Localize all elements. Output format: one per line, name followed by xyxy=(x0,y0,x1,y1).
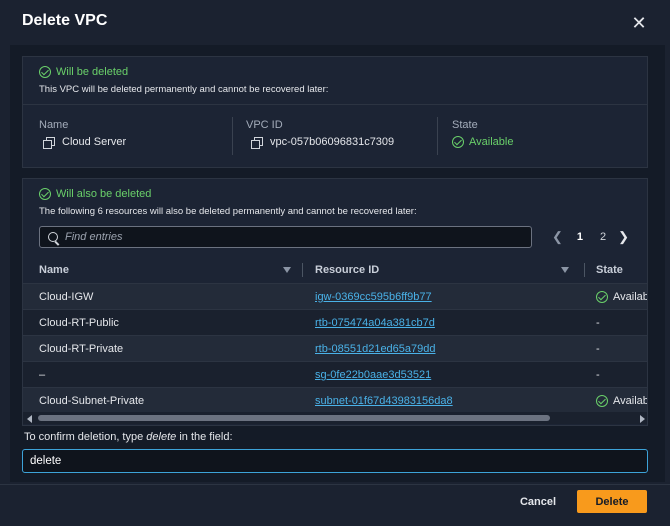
cancel-button[interactable]: Cancel xyxy=(510,491,566,513)
table-row: Cloud-RT-Public rtb-075474a04a381cb7d - xyxy=(23,309,647,335)
vpc-id-value: vpc-057b06096831c7309 xyxy=(251,136,395,149)
vpc-delete-description: This VPC will be deleted permanently and… xyxy=(39,84,329,95)
horizontal-scrollbar[interactable] xyxy=(23,412,647,424)
search-field[interactable] xyxy=(39,226,532,248)
copy-icon[interactable] xyxy=(43,136,55,149)
page-2-button[interactable]: 2 xyxy=(600,231,606,243)
footer-divider xyxy=(0,484,670,485)
resource-id-link[interactable]: sg-0fe22b0aae3d53521 xyxy=(315,369,431,381)
resources-description: The following 6 resources will also be d… xyxy=(39,206,417,217)
row-state: - xyxy=(596,317,600,329)
row-name: Cloud-Subnet-Private xyxy=(39,395,145,407)
resource-id-link[interactable]: igw-0369cc595b6ff9b77 xyxy=(315,291,432,303)
state-value-text: Available xyxy=(469,136,514,148)
row-state: - xyxy=(596,369,600,381)
row-name: Cloud-RT-Public xyxy=(39,317,119,329)
state-value: Available xyxy=(452,136,513,148)
sort-down-icon[interactable] xyxy=(283,267,291,273)
dialog-title: Delete VPC xyxy=(22,12,108,29)
confirm-label-keyword: delete xyxy=(146,431,177,443)
will-also-be-deleted-heading: Will also be deleted xyxy=(39,188,151,200)
row-name: Cloud-RT-Private xyxy=(39,343,124,355)
name-value-text: Cloud Server xyxy=(62,136,127,148)
resource-id-link[interactable]: rtb-075474a04a381cb7d xyxy=(315,317,435,329)
heading-text: Will also be deleted xyxy=(56,188,152,200)
confirm-delete-input[interactable] xyxy=(22,449,648,473)
confirm-label: To confirm deletion, type delete in the … xyxy=(24,431,233,443)
copy-icon[interactable] xyxy=(251,136,263,149)
vpc-to-delete-panel: Will be deleted This VPC will be deleted… xyxy=(22,56,648,168)
chevron-left-icon[interactable]: ❮ xyxy=(552,229,563,245)
check-circle-icon xyxy=(39,188,51,200)
table-row: – sg-0fe22b0aae3d53521 - xyxy=(23,361,647,387)
will-be-deleted-heading: Will be deleted xyxy=(39,66,128,78)
column-header-resource-id[interactable]: Resource ID xyxy=(315,264,379,276)
scroll-right-icon[interactable] xyxy=(640,415,645,423)
vpc-id-text: vpc-057b06096831c7309 xyxy=(270,136,395,148)
search-input[interactable] xyxy=(65,231,505,243)
close-icon[interactable]: ✕ xyxy=(630,14,648,32)
row-state-text: Availab xyxy=(613,395,648,407)
column-divider[interactable] xyxy=(302,263,303,277)
search-icon xyxy=(48,232,58,242)
chevron-right-icon[interactable]: ❯ xyxy=(618,229,629,245)
sort-down-icon[interactable] xyxy=(561,267,569,273)
page-1-button[interactable]: 1 xyxy=(577,231,583,243)
related-resources-panel: Will also be deleted The following 6 res… xyxy=(22,178,648,426)
confirm-label-prefix: To confirm deletion, type xyxy=(24,431,147,443)
heading-text: Will be deleted xyxy=(56,66,129,78)
row-state-text: Availab xyxy=(613,291,648,303)
name-value: Cloud Server xyxy=(43,136,127,149)
delete-button[interactable]: Delete xyxy=(577,490,647,513)
table-row: Cloud-RT-Private rtb-08551d21ed65a79dd - xyxy=(23,335,647,361)
column-header-name[interactable]: Name xyxy=(39,264,69,276)
column-divider xyxy=(232,117,233,155)
check-circle-icon xyxy=(596,395,608,407)
resource-id-link[interactable]: rtb-08551d21ed65a79dd xyxy=(315,343,436,355)
column-header-state[interactable]: State xyxy=(596,264,623,276)
vpc-id-label: VPC ID xyxy=(246,119,283,131)
column-divider xyxy=(437,117,438,155)
column-divider[interactable] xyxy=(584,263,585,277)
pagination: ❮ 1 2 ❯ xyxy=(552,229,629,245)
check-circle-icon xyxy=(596,291,608,303)
table-header: Name Resource ID State xyxy=(23,257,647,283)
name-label: Name xyxy=(39,119,69,131)
table-row: Cloud-IGW igw-0369cc595b6ff9b77 Availab xyxy=(23,283,648,309)
row-state: Availab xyxy=(596,291,648,303)
row-state: Availab xyxy=(596,395,648,407)
row-state: - xyxy=(596,343,600,355)
scroll-left-icon[interactable] xyxy=(27,415,32,423)
scrollbar-thumb[interactable] xyxy=(38,415,550,421)
row-name: – xyxy=(39,369,46,381)
check-circle-icon xyxy=(39,66,51,78)
delete-vpc-dialog: Delete VPC ✕ Will be deleted This VPC wi… xyxy=(0,0,670,526)
state-label: State xyxy=(452,119,478,131)
resource-id-link[interactable]: subnet-01f67d43983156da8 xyxy=(315,395,453,407)
table-row: Cloud-Subnet-Private subnet-01f67d439831… xyxy=(23,387,648,413)
divider xyxy=(23,104,647,105)
check-circle-icon xyxy=(452,136,464,148)
confirm-label-suffix: in the field: xyxy=(176,431,233,443)
row-name: Cloud-IGW xyxy=(39,291,94,303)
